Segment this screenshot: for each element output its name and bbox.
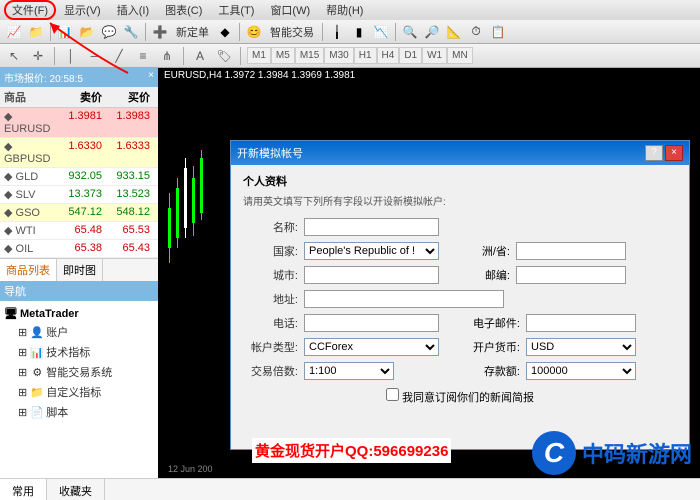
trendline-icon[interactable]: ╱	[109, 46, 129, 66]
phone-field[interactable]	[304, 314, 439, 332]
timeframe-D1[interactable]: D1	[399, 47, 422, 64]
toolbar-draw: ↖ ✛ │ ─ ╱ ≡ ⋔ A 🏷 M1M5M15M30H1H4D1W1MN	[0, 44, 700, 68]
periods-icon[interactable]: ⏱	[466, 22, 486, 42]
nav-item[interactable]: ⊞ 📄脚本	[4, 402, 154, 422]
fibo-icon[interactable]: ⋔	[157, 46, 177, 66]
dialog-title: 开新模拟帐号	[237, 145, 303, 161]
tester-icon[interactable]: 🔧	[121, 22, 141, 42]
meta-editor-icon[interactable]: ◆	[215, 22, 235, 42]
chart-title: EURUSD,H4 1.3972 1.3984 1.3969 1.3981	[164, 70, 355, 81]
close-icon[interactable]: ×	[148, 70, 154, 85]
menu-insert[interactable]: 插入(I)	[109, 0, 157, 20]
watermark-logo: C 中码新游网	[532, 431, 692, 475]
zoom-out-icon[interactable]: 🔎	[422, 22, 442, 42]
toolbar-main: 📈 📁 📊 📂 💬 🔧 ➕ 新定单 ◆ 😊 智能交易 ╽ ▮ 📉 🔍 🔎 📐 ⏱…	[0, 20, 700, 44]
menu-help[interactable]: 帮助(H)	[318, 0, 371, 20]
timeframe-M5[interactable]: M5	[271, 47, 295, 64]
line-chart-icon[interactable]: 📉	[371, 22, 391, 42]
deposit-select[interactable]: 100000	[526, 362, 636, 380]
expert-icon[interactable]: 😊	[244, 22, 264, 42]
new-chart-icon[interactable]: 📈	[4, 22, 24, 42]
newsletter-label: 我同意订阅你们的新闻简报	[402, 392, 534, 404]
symbol-row[interactable]: ◆ OIL65.3865.43	[0, 240, 158, 258]
text-icon[interactable]: A	[190, 46, 210, 66]
vline-icon[interactable]: │	[61, 46, 81, 66]
bottom-bar: 常用 收藏夹	[0, 478, 700, 500]
close-icon[interactable]: ×	[665, 145, 683, 161]
leverage-select[interactable]: 1:100	[304, 362, 394, 380]
symbol-row[interactable]: ◆ GSO547.12548.12	[0, 204, 158, 222]
menu-window[interactable]: 窗口(W)	[262, 0, 318, 20]
nav-item[interactable]: ⊞ ⚙智能交易系统	[4, 362, 154, 382]
nav-item[interactable]: ⊞ 📁自定义指标	[4, 382, 154, 402]
timeframe-H4[interactable]: H4	[377, 47, 400, 64]
nav-item[interactable]: ⊞ 📊技术指标	[4, 342, 154, 362]
left-panel: 市场报价: 20:58:5× 商品 卖价 买价 ◆ EURUSD1.39811.…	[0, 68, 158, 478]
tab-common[interactable]: 常用	[0, 479, 47, 500]
market-watch-icon[interactable]: 📊	[55, 22, 75, 42]
navigator-icon[interactable]: 📂	[77, 22, 97, 42]
templates-icon[interactable]: 📋	[488, 22, 508, 42]
logo-icon: C	[532, 431, 576, 475]
auto-trade-label[interactable]: 智能交易	[266, 24, 318, 40]
timeframe-H1[interactable]: H1	[354, 47, 377, 64]
currency-select[interactable]: USD	[526, 338, 636, 356]
channel-icon[interactable]: ≡	[133, 46, 153, 66]
help-icon[interactable]: ?	[645, 145, 663, 161]
navigator-header: 导航	[0, 281, 158, 301]
timeframe-M1[interactable]: M1	[247, 47, 271, 64]
market-watch-header: 市场报价: 20:58:5×	[0, 68, 158, 87]
group-title: 个人资料	[243, 173, 677, 189]
promo-text: 黄金现货开户QQ:596699236	[252, 438, 451, 463]
nav-item[interactable]: ⊞ 👤账户	[4, 322, 154, 342]
navigator-tree: 🖥MetaTrader ⊞ 👤账户⊞ 📊技术指标⊞ ⚙智能交易系统⊞ 📁自定义指…	[0, 301, 158, 478]
menu-chart[interactable]: 图表(C)	[157, 0, 210, 20]
timeframe-M15[interactable]: M15	[295, 47, 324, 64]
menu-file[interactable]: 文件(F)	[4, 0, 56, 20]
zoom-in-icon[interactable]: 🔍	[400, 22, 420, 42]
address-field[interactable]	[304, 290, 504, 308]
timeframe-W1[interactable]: W1	[422, 47, 447, 64]
symbol-row[interactable]: ◆ WTI65.4865.53	[0, 222, 158, 240]
dialog-titlebar[interactable]: 开新模拟帐号 ? ×	[231, 141, 689, 165]
hline-icon[interactable]: ─	[85, 46, 105, 66]
market-watch-columns: 商品 卖价 买价	[0, 87, 158, 108]
tab-symbol-list[interactable]: 商品列表	[0, 259, 57, 281]
city-field[interactable]	[304, 266, 439, 284]
profiles-icon[interactable]: 📁	[26, 22, 46, 42]
menu-view[interactable]: 显示(V)	[56, 0, 109, 20]
timeframe-MN[interactable]: MN	[447, 47, 473, 64]
crosshair-icon[interactable]: ✛	[28, 46, 48, 66]
menu-bar: 文件(F) 显示(V) 插入(I) 图表(C) 工具(T) 窗口(W) 帮助(H…	[0, 0, 700, 20]
candle-chart-icon[interactable]: ▮	[349, 22, 369, 42]
demo-account-dialog: 开新模拟帐号 ? × 个人资料 请用英文填写下列所有字段以开设新模拟帐户: 名称…	[230, 140, 690, 450]
label-icon[interactable]: 🏷	[214, 46, 234, 66]
new-order-label[interactable]: 新定单	[172, 24, 213, 40]
indicators-icon[interactable]: 📐	[444, 22, 464, 42]
country-select[interactable]: People's Republic of !	[304, 242, 439, 260]
symbol-row[interactable]: ◆ EURUSD1.39811.3983	[0, 108, 158, 138]
tab-favorites[interactable]: 收藏夹	[47, 479, 105, 500]
symbol-row[interactable]: ◆ GBPUSD1.63301.6333	[0, 138, 158, 168]
symbol-row[interactable]: ◆ GLD932.05933.15	[0, 168, 158, 186]
state-field[interactable]	[516, 242, 626, 260]
chart-date: 12 Jun 200	[168, 464, 213, 474]
timeframe-M30[interactable]: M30	[324, 47, 353, 64]
newsletter-checkbox[interactable]	[386, 388, 399, 401]
new-order-icon[interactable]: ➕	[150, 22, 170, 42]
bar-chart-icon[interactable]: ╽	[327, 22, 347, 42]
email-field[interactable]	[526, 314, 636, 332]
terminal-icon[interactable]: 💬	[99, 22, 119, 42]
symbol-row[interactable]: ◆ SLV13.37313.523	[0, 186, 158, 204]
tab-tick-chart[interactable]: 即时图	[57, 259, 103, 281]
account-type-select[interactable]: CCForex	[304, 338, 439, 356]
zip-field[interactable]	[516, 266, 626, 284]
nav-root[interactable]: 🖥MetaTrader	[4, 305, 154, 322]
group-desc: 请用英文填写下列所有字段以开设新模拟帐户:	[243, 193, 677, 208]
menu-tools[interactable]: 工具(T)	[210, 0, 262, 20]
cursor-icon[interactable]: ↖	[4, 46, 24, 66]
name-field[interactable]	[304, 218, 439, 236]
